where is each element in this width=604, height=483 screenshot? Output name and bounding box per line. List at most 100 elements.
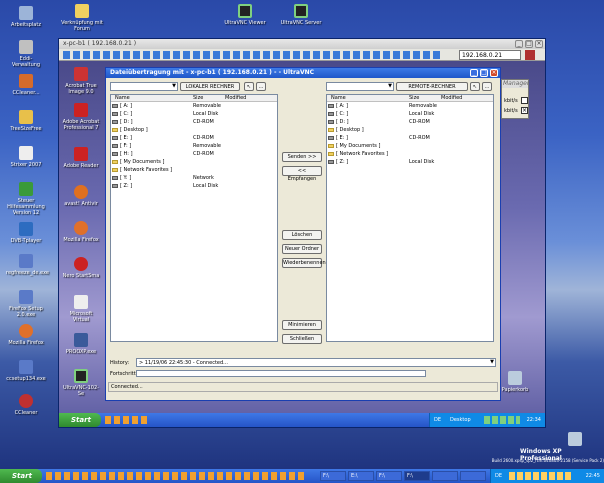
- col-name[interactable]: Name: [111, 95, 193, 101]
- file-row[interactable]: [ D: ] CD-ROM: [327, 118, 493, 126]
- taskbar-item[interactable]: [460, 471, 486, 481]
- file-row[interactable]: [ Y: ] Network: [111, 174, 277, 182]
- col-modified[interactable]: Modified: [225, 95, 265, 101]
- close-button[interactable]: ×: [535, 40, 543, 48]
- taskbar-item[interactable]: [432, 471, 458, 481]
- minimize-button[interactable]: _: [515, 40, 523, 48]
- local-drive-select[interactable]: ▼: [110, 82, 178, 91]
- remote-desktop-icon[interactable]: Adobe Acrobat Professional 7: [61, 103, 101, 131]
- remote-desktop-icon[interactable]: UltraVNC-102-Se: [61, 369, 101, 397]
- taskbar-item[interactable]: F:\: [320, 471, 346, 481]
- file-row[interactable]: [ A: ] Removable: [111, 102, 277, 110]
- quicklaunch-icons[interactable]: [105, 416, 149, 424]
- col-name[interactable]: Name: [327, 95, 409, 101]
- close-window-button[interactable]: Schließen: [282, 334, 322, 344]
- file-row[interactable]: [ Desktop ]: [327, 126, 493, 134]
- file-row[interactable]: [ My Documents ]: [327, 142, 493, 150]
- remote-desktop-icon[interactable]: PROOXP.exe: [61, 333, 101, 355]
- file-row[interactable]: [ F: ] Removable: [111, 142, 277, 150]
- tray-icons[interactable]: [484, 416, 520, 424]
- recycle-bin-icon[interactable]: [568, 432, 582, 446]
- receive-button[interactable]: << Empfangen: [282, 166, 322, 182]
- remote-desktop-icon[interactable]: avast! Antivir: [61, 185, 101, 207]
- remote-desktop-icon[interactable]: Nero StartSma: [61, 257, 101, 279]
- desktop-label[interactable]: Desktop: [450, 413, 471, 427]
- remote-start-button[interactable]: Start: [59, 413, 101, 427]
- desktop-icon[interactable]: Verknüpfung mit Forum: [54, 4, 110, 32]
- desktop-icon[interactable]: regfreeze_de.exe: [6, 254, 49, 276]
- file-row[interactable]: [ E: ] CD-ROM: [111, 134, 277, 142]
- progress-label: Fortschritt:: [110, 371, 138, 377]
- taskbar-item[interactable]: F:\: [404, 471, 430, 481]
- windows-xp-build: Build 2600.xpsp_sp2_rtm.040803-2158 (Ser…: [491, 458, 604, 463]
- maximize-button[interactable]: □: [480, 69, 488, 77]
- remote-refresh-button[interactable]: …: [482, 82, 492, 91]
- file-row[interactable]: [ A: ] Removable: [327, 102, 493, 110]
- desktop-icon[interactable]: CCleaner...: [6, 74, 46, 96]
- file-row[interactable]: [ D: ] CD-ROM: [111, 118, 277, 126]
- desktop-icon[interactable]: Mozilla Firefox: [6, 324, 46, 346]
- file-row[interactable]: [ My Documents ]: [111, 158, 277, 166]
- taskbar-item[interactable]: E:\: [348, 471, 374, 481]
- remote-desktop-icon[interactable]: Acrobat True Image 9.0: [61, 67, 101, 95]
- desktop-icon[interactable]: UltraVNC Viewer: [220, 4, 270, 26]
- file-row[interactable]: [ Network Favorites ]: [111, 166, 277, 174]
- history-select[interactable]: > 11/19/06 22:45:30 - Connected... ▼: [136, 358, 496, 367]
- toolbar-icons[interactable]: [63, 51, 443, 59]
- remote-desktop-icon[interactable]: Microsoft Virtual: [61, 295, 101, 323]
- file-name: [ Desktop ]: [111, 126, 193, 134]
- desktop-icon[interactable]: DVB-Tplayer: [6, 222, 46, 244]
- rename-button[interactable]: Wiederbenennen: [282, 258, 326, 268]
- maximize-button[interactable]: □: [525, 40, 533, 48]
- host-field[interactable]: 192.168.0.21: [459, 50, 521, 60]
- remote-drive-select[interactable]: ▼: [326, 82, 394, 91]
- folder-icon: [112, 160, 118, 164]
- desktop-icon[interactable]: TreeSizeFree: [6, 110, 46, 132]
- file-row[interactable]: [ Z: ] Local Disk: [111, 182, 277, 190]
- col-size[interactable]: Size: [409, 95, 441, 101]
- quicklaunch-icons[interactable]: [46, 472, 306, 480]
- app-icon: [74, 333, 88, 347]
- file-row[interactable]: [ C: ] Local Disk: [111, 110, 277, 118]
- remote-desktop-icon[interactable]: Mozilla Firefox: [61, 221, 101, 243]
- local-refresh-button[interactable]: …: [256, 82, 266, 91]
- file-row[interactable]: [ H: ] CD-ROM: [111, 150, 277, 158]
- rate-icon[interactable]: [521, 97, 528, 104]
- delete-button[interactable]: Löschen: [282, 230, 322, 240]
- col-modified[interactable]: Modified: [441, 95, 481, 101]
- start-button[interactable]: Start: [0, 469, 42, 483]
- new-folder-button[interactable]: Neuer Ordner: [282, 244, 322, 254]
- desktop-icon[interactable]: Eddi-Verwaltung: [6, 40, 46, 68]
- desktop-icon[interactable]: UltraVNC Server: [276, 4, 326, 26]
- folder-tree-icon: [19, 110, 33, 124]
- close-button[interactable]: ×: [490, 69, 498, 77]
- file-row[interactable]: [ Z: ] Local Disk: [327, 158, 493, 166]
- send-button[interactable]: Senden >>: [282, 152, 322, 162]
- file-row[interactable]: [ C: ] Local Disk: [327, 110, 493, 118]
- file-row[interactable]: [ Desktop ]: [111, 126, 277, 134]
- lang-indicator[interactable]: DE: [495, 469, 502, 483]
- col-size[interactable]: Size: [193, 95, 225, 101]
- recycle-bin[interactable]: Papierkorb: [495, 371, 535, 393]
- remote-rows: [ A: ] Removable [ C: ] Local Disk [ D: ] CD-…: [327, 102, 493, 166]
- file-row[interactable]: [ Network Favorites ]: [327, 150, 493, 158]
- minimize-window-button[interactable]: Minimieren: [282, 320, 322, 330]
- file-row[interactable]: [ E: ] CD-ROM: [327, 134, 493, 142]
- local-file-list[interactable]: Name Size Modified [ A: ] Removable[ C: ]…: [110, 94, 278, 342]
- desktop-icon[interactable]: ccsetup134.exe: [6, 360, 46, 382]
- lang-indicator[interactable]: DE: [434, 413, 441, 427]
- desktop-icon[interactable]: CCleaner: [6, 394, 46, 416]
- remote-desktop-icon[interactable]: Adobe Reader: [61, 147, 101, 169]
- minimize-button[interactable]: _: [470, 69, 478, 77]
- taskbar-item[interactable]: F:\: [376, 471, 402, 481]
- desktop-icon[interactable]: Strixer 2007: [6, 146, 46, 168]
- up-folder-button[interactable]: ↖: [470, 82, 480, 91]
- desktop-icon[interactable]: Steuer Hilfesammlung Version 12: [6, 182, 46, 216]
- up-folder-button[interactable]: ↖: [244, 82, 254, 91]
- rate-icon[interactable]: ×: [521, 107, 528, 114]
- tray-icons[interactable]: [509, 472, 573, 480]
- desktop-icon[interactable]: Arbeitsplatz: [6, 6, 46, 28]
- desktop-icon[interactable]: FireFox Setup 2.0.exe: [6, 290, 46, 318]
- connect-icon[interactable]: [525, 50, 535, 60]
- remote-file-list[interactable]: Name Size Modified [ A: ] Removable[ C: ]…: [326, 94, 494, 342]
